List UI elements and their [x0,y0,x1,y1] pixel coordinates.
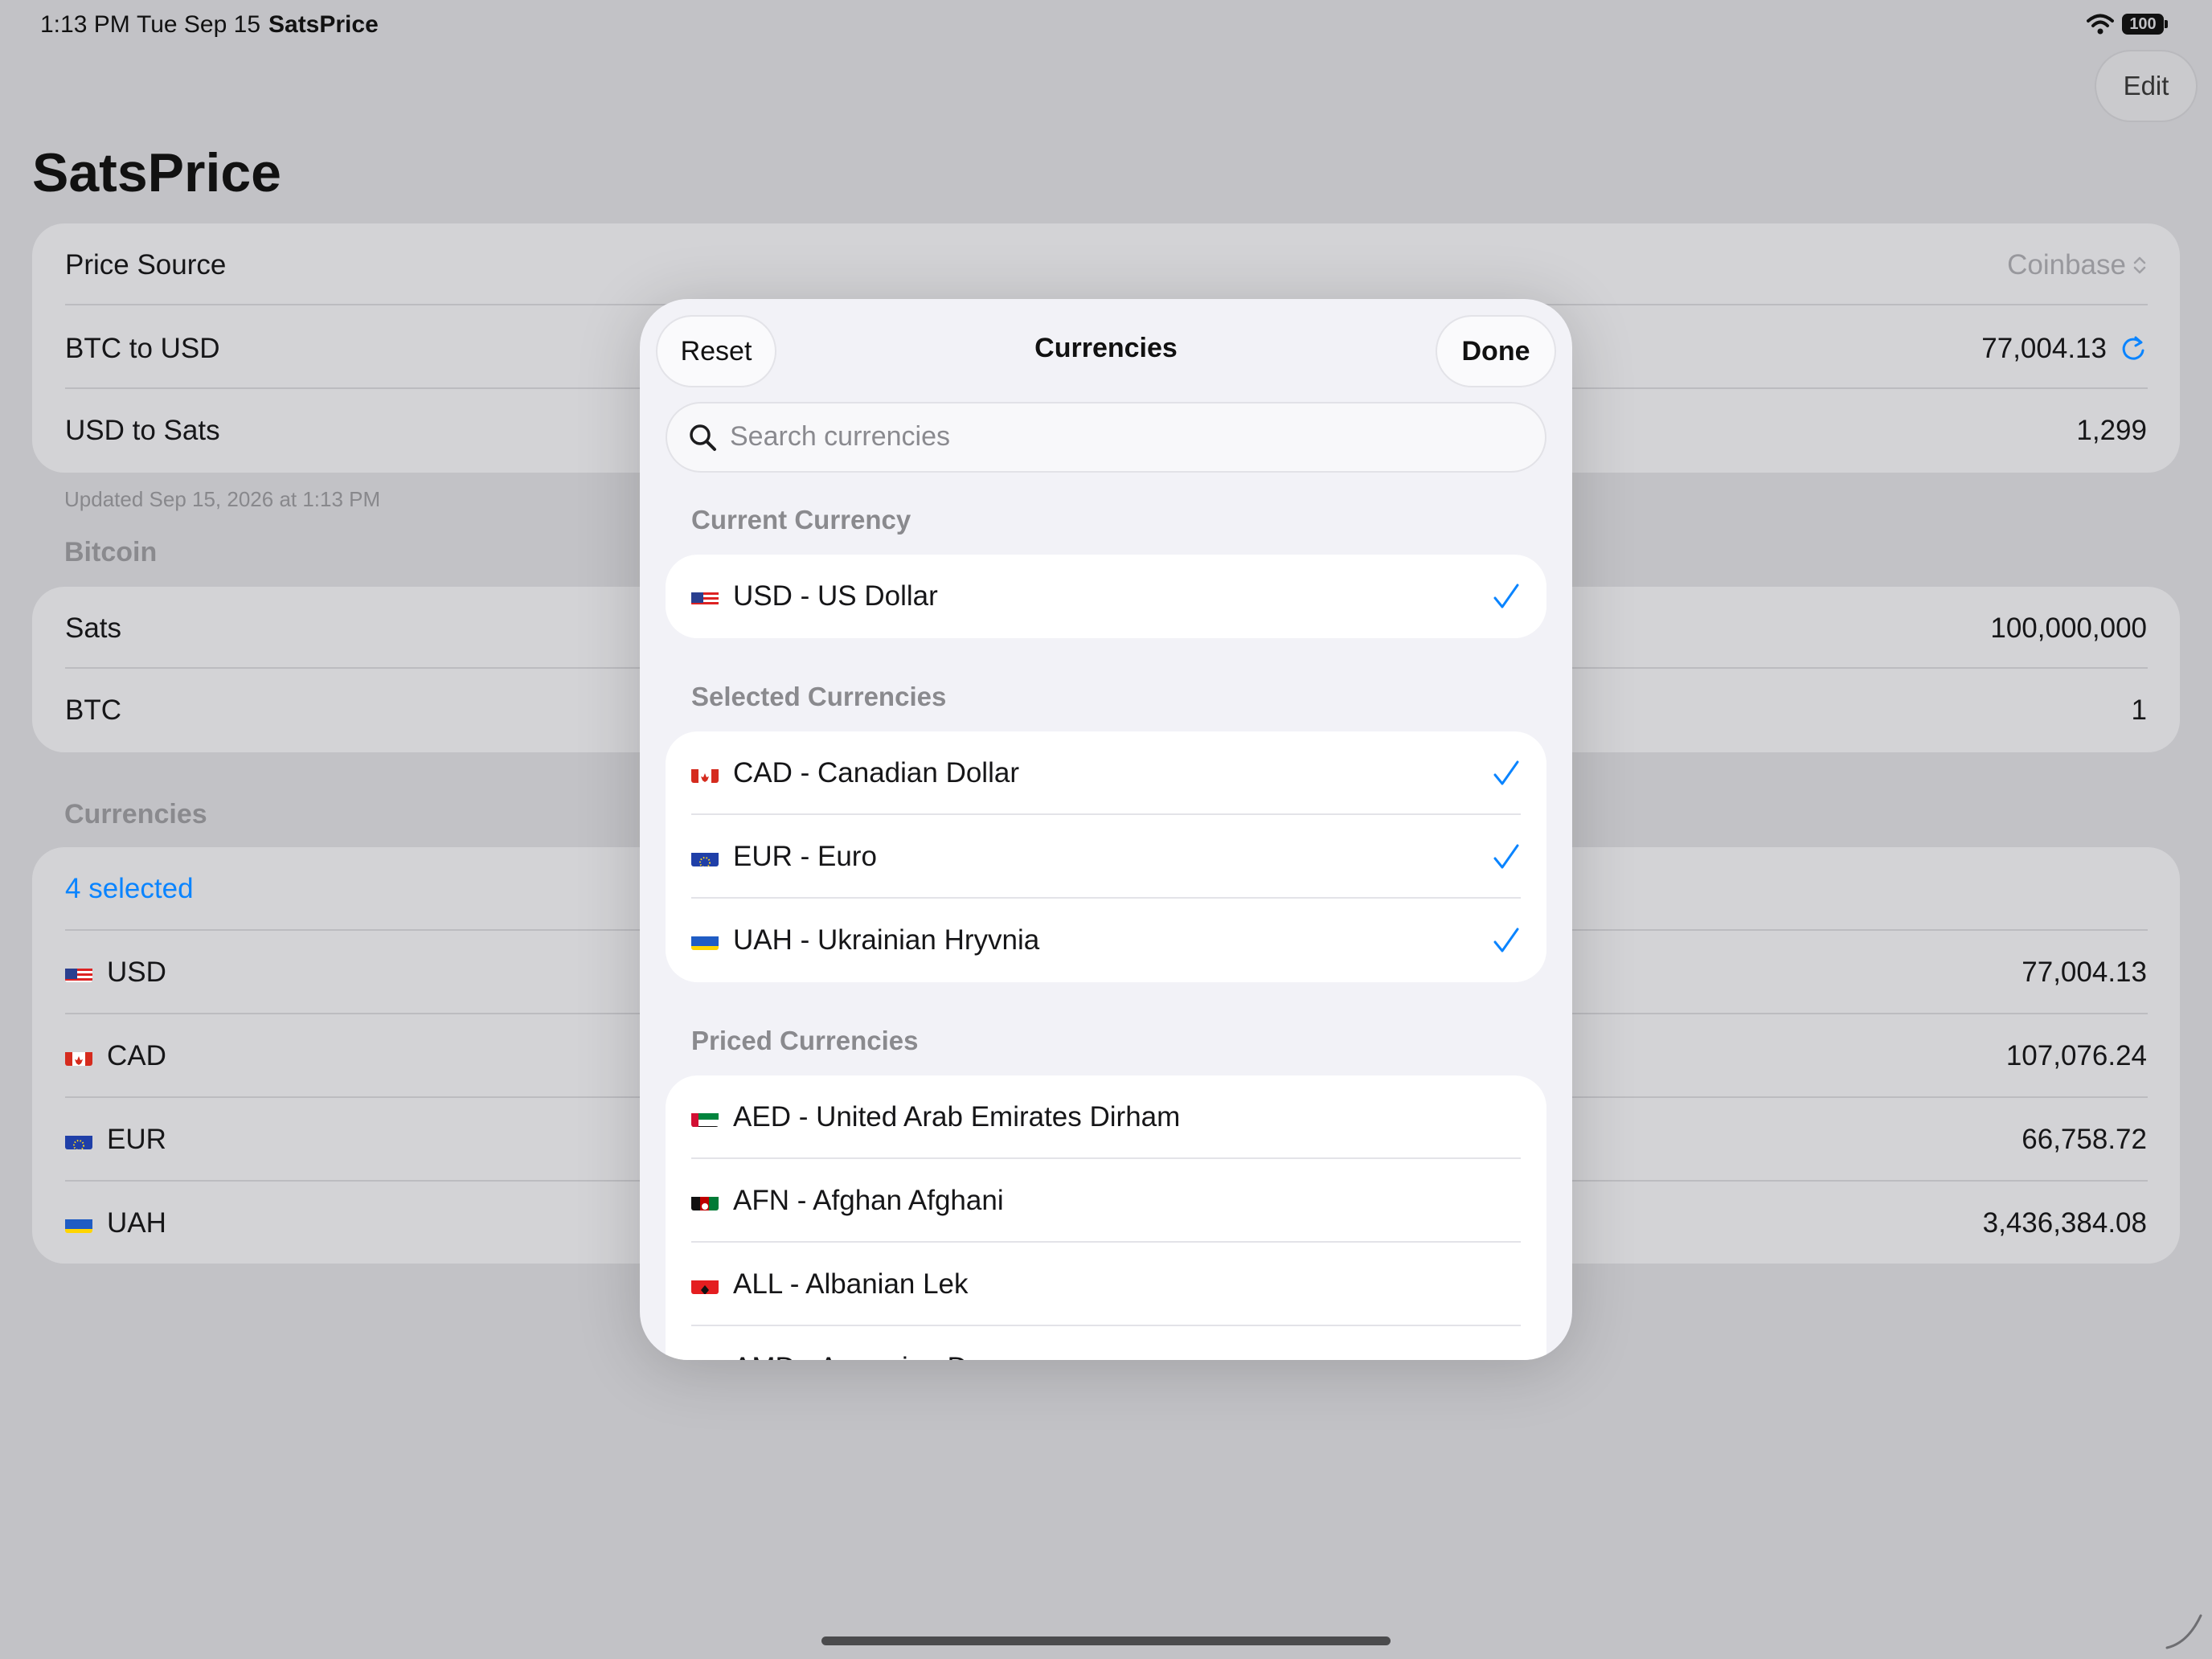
current-currency-card: USD - US Dollar [666,555,1546,638]
price-source-value: Coinbase [2007,249,2126,281]
battery-icon: 100 [2122,14,2169,35]
currency-value: 107,076.24 [2005,1040,2147,1071]
selected-count-link[interactable]: 4 selected [65,873,194,905]
search-input-placeholder[interactable]: Search currencies [730,421,950,453]
currency-option-aed[interactable]: AED - United Arab Emirates Dirham [666,1075,1546,1159]
home-indicator[interactable] [821,1636,1391,1645]
currency-option-label: ALL - Albanian Lek [733,1268,969,1300]
selected-currencies-header: Selected Currencies [691,682,947,711]
currency-code: USD [107,956,166,988]
armenia-flag-icon [691,1358,719,1360]
refresh-icon[interactable] [2120,335,2147,363]
us-flag-icon [65,963,92,982]
currency-option-label: AMD - Armenian Dram [733,1352,1016,1360]
btc-usd-value: 77,004.13 [1981,333,2107,364]
priced-currencies-card: AED - United Arab Emirates Dirham AFN - … [666,1075,1546,1360]
price-source-label: Price Source [65,249,227,281]
bitcoin-section-header: Bitcoin [64,537,158,567]
battery-level: 100 [2122,14,2164,35]
price-source-row[interactable]: Price Source Coinbase [32,223,2180,307]
checkmark-icon [1493,760,1519,785]
wifi-icon [2087,14,2114,35]
updated-timestamp: Updated Sep 15, 2026 at 1:13 PM [64,487,381,511]
priced-currencies-header: Priced Currencies [691,1026,919,1055]
sheet-title: Currencies [1034,333,1178,363]
ukraine-flag-icon [691,931,719,950]
currency-option-eur[interactable]: EUR - Euro [666,815,1546,899]
usd-sats-label: USD to Sats [65,415,220,446]
albania-flag-icon [691,1275,719,1294]
checkmark-icon [1493,584,1519,608]
status-date: Tue Sep 15 [137,11,260,38]
currency-code: EUR [107,1124,166,1155]
currency-option-cad[interactable]: CAD - Canadian Dollar [666,731,1546,815]
status-app-name: SatsPrice [268,11,379,38]
currency-option-label: USD - US Dollar [733,580,938,612]
btc-label: BTC [65,694,121,726]
currency-option-all[interactable]: ALL - Albanian Lek [666,1243,1546,1326]
btc-value: 1 [2131,694,2147,726]
currency-option-usd[interactable]: USD - US Dollar [666,555,1546,638]
eu-flag-icon [65,1130,92,1149]
ukraine-flag-icon [65,1214,92,1233]
edit-button[interactable]: Edit [2095,50,2198,122]
afghanistan-flag-icon [691,1191,719,1210]
us-flag-icon [691,587,719,606]
current-currency-header: Current Currency [691,505,911,535]
currency-value: 3,436,384.08 [1982,1207,2147,1239]
selected-currencies-card: CAD - Canadian Dollar EUR - Euro UAH - U… [666,731,1546,982]
sats-value: 100,000,000 [1990,612,2147,644]
page-title: SatsPrice [32,142,281,203]
btc-usd-label: BTC to USD [65,333,220,364]
currency-option-afn[interactable]: AFN - Afghan Afghani [666,1159,1546,1243]
canada-flag-icon [691,764,719,783]
currency-option-label: CAD - Canadian Dollar [733,757,1019,789]
currency-option-label: AED - United Arab Emirates Dirham [733,1101,1181,1133]
currency-option-label: AFN - Afghan Afghani [733,1185,1004,1216]
currency-code: CAD [107,1040,166,1071]
currency-value: 77,004.13 [2022,956,2147,988]
currency-option-label: UAH - Ukrainian Hryvnia [733,924,1040,956]
search-field[interactable]: Search currencies [666,402,1546,473]
currency-code: UAH [107,1207,166,1239]
sats-label: Sats [65,612,122,644]
currency-value: 66,758.72 [2022,1124,2147,1155]
uae-flag-icon [691,1108,719,1127]
search-icon [690,424,716,451]
checkmark-icon [1493,928,1519,952]
currencies-section-header: Currencies [64,799,207,830]
chevron-updown-icon [2133,256,2146,274]
currency-option-label: EUR - Euro [733,841,877,872]
currencies-sheet: Reset Currencies Done Search currencies … [640,299,1572,1360]
pencil-corner-icon [2165,1614,2202,1649]
checkmark-icon [1493,844,1519,869]
status-time: 1:13 PM [40,11,130,38]
canada-flag-icon [65,1047,92,1066]
currency-option-amd[interactable]: AMD - Armenian Dram [666,1326,1546,1360]
eu-flag-icon [691,847,719,866]
usd-sats-value: 1,299 [2076,415,2147,446]
currency-option-uah[interactable]: UAH - Ukrainian Hryvnia [666,899,1546,982]
done-button[interactable]: Done [1436,315,1556,387]
